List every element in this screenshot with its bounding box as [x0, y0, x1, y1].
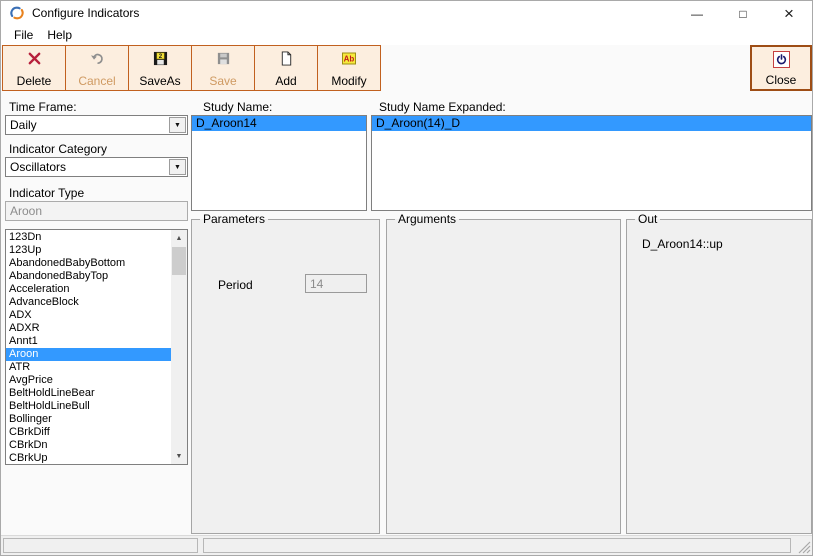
study-name-expanded-label: Study Name Expanded: [379, 100, 506, 114]
indicator-list-items: 123Dn123UpAbandonedBabyBottomAbandonedBa… [6, 231, 171, 463]
cancel-button: Cancel [65, 45, 129, 91]
time-frame-label: Time Frame: [9, 100, 77, 114]
window-title: Configure Indicators [32, 6, 139, 20]
delete-x-icon [27, 50, 42, 67]
indicator-list-item[interactable]: AbandonedBabyTop [6, 270, 171, 283]
indicator-list-item[interactable]: ADXR [6, 322, 171, 335]
indicator-list-item[interactable]: ATR [6, 361, 171, 374]
out-list: D_Aroon14::up [642, 236, 723, 252]
chevron-down-icon[interactable]: ▼ [169, 117, 186, 133]
window-controls: — □ × [674, 1, 812, 27]
configure-indicators-window: Configure Indicators — □ × File Help Del… [0, 0, 813, 556]
toolbar-button-label: SaveAs [139, 75, 180, 88]
status-panel-main [203, 538, 791, 553]
indicator-category-select[interactable]: Oscillators ▼ [5, 157, 188, 177]
save-as-button[interactable]: 2 SaveAs [128, 45, 192, 91]
toolbar-button-label: Save [209, 75, 236, 88]
indicator-list-item[interactable]: BeltHoldLineBear [6, 387, 171, 400]
toolbar-button-label: Cancel [78, 75, 115, 88]
resize-grip-icon[interactable] [798, 541, 811, 554]
modify-button[interactable]: Ab Modify [317, 45, 381, 91]
indicator-list-item[interactable]: 123Up [6, 244, 171, 257]
save-as-icon: 2 [153, 50, 168, 67]
scroll-down-icon[interactable]: ▼ [171, 448, 187, 464]
study-name-item[interactable]: D_Aroon14 [192, 116, 366, 131]
new-page-icon [279, 50, 294, 67]
indicator-type-field: Aroon [5, 201, 188, 221]
status-panel-left [3, 538, 198, 553]
period-field: 14 [305, 274, 367, 293]
app-logo-icon [9, 5, 25, 21]
power-icon [773, 51, 790, 68]
status-bar [1, 535, 812, 555]
chevron-down-icon[interactable]: ▼ [169, 159, 186, 175]
menu-bar: File Help [1, 25, 812, 45]
minimize-button[interactable]: — [674, 1, 720, 27]
indicator-list-item[interactable]: CBrkDn [6, 439, 171, 452]
study-name-label: Study Name: [203, 100, 272, 114]
title-bar: Configure Indicators — □ × [1, 1, 812, 25]
arguments-group-label: Arguments [395, 212, 459, 227]
toolbar-button-label: Add [275, 75, 296, 88]
indicator-list-item[interactable]: 123Dn [6, 231, 171, 244]
arguments-group: Arguments [386, 219, 621, 534]
indicator-type-label: Indicator Type [9, 186, 84, 200]
period-value: 14 [310, 277, 323, 291]
close-button[interactable]: Close [750, 45, 812, 91]
indicator-list-item[interactable]: AbandonedBabyBottom [6, 257, 171, 270]
indicator-list-item[interactable]: AdvanceBlock [6, 296, 171, 309]
window-close-button[interactable]: × [766, 1, 812, 27]
out-group-label: Out [635, 212, 660, 227]
indicator-list-item[interactable]: Bollinger [6, 413, 171, 426]
delete-button[interactable]: Delete [2, 45, 66, 91]
svg-text:Ab: Ab [344, 55, 355, 64]
indicator-category-label: Indicator Category [9, 142, 107, 156]
toolbar-button-label: Delete [17, 75, 52, 88]
toolbar-button-label: Modify [331, 75, 366, 88]
menu-file[interactable]: File [9, 28, 38, 42]
indicator-list-item[interactable]: BeltHoldLineBull [6, 400, 171, 413]
modify-ab-icon: Ab [341, 50, 357, 67]
indicator-list[interactable]: 123Dn123UpAbandonedBabyBottomAbandonedBa… [5, 229, 188, 465]
study-name-list[interactable]: D_Aroon14 [191, 115, 367, 211]
menu-help[interactable]: Help [42, 28, 77, 42]
indicator-list-scrollbar[interactable]: ▲ ▼ [171, 230, 187, 464]
indicator-list-item[interactable]: CBrkDiff [6, 426, 171, 439]
indicator-list-item[interactable]: AvgPrice [6, 374, 171, 387]
add-button[interactable]: Add [254, 45, 318, 91]
maximize-button[interactable]: □ [720, 1, 766, 27]
indicator-type-value: Aroon [10, 204, 42, 218]
indicator-category-value: Oscillators [10, 160, 66, 174]
indicator-list-item[interactable]: Annt1 [6, 335, 171, 348]
indicator-list-item[interactable]: ADX [6, 309, 171, 322]
undo-arrow-icon [89, 50, 105, 67]
indicator-list-item[interactable]: Acceleration [6, 283, 171, 296]
indicator-list-item[interactable]: CBrkUp [6, 452, 171, 463]
out-group: Out D_Aroon14::up [626, 219, 812, 534]
parameters-group-label: Parameters [200, 212, 268, 227]
save-button: Save [191, 45, 255, 91]
out-item: D_Aroon14::up [642, 236, 723, 252]
scrollbar-thumb[interactable] [172, 247, 186, 275]
study-name-expanded-list[interactable]: D_Aroon(14)_D [371, 115, 812, 211]
parameters-group: Parameters Period 14 [191, 219, 380, 534]
save-icon [216, 50, 231, 67]
scroll-up-icon[interactable]: ▲ [171, 230, 187, 246]
indicator-list-item[interactable]: Aroon [6, 348, 171, 361]
time-frame-value: Daily [10, 118, 37, 132]
time-frame-select[interactable]: Daily ▼ [5, 115, 188, 135]
period-label: Period [218, 278, 253, 292]
toolbar-button-label: Close [766, 74, 797, 87]
study-name-expanded-item[interactable]: D_Aroon(14)_D [372, 116, 811, 131]
